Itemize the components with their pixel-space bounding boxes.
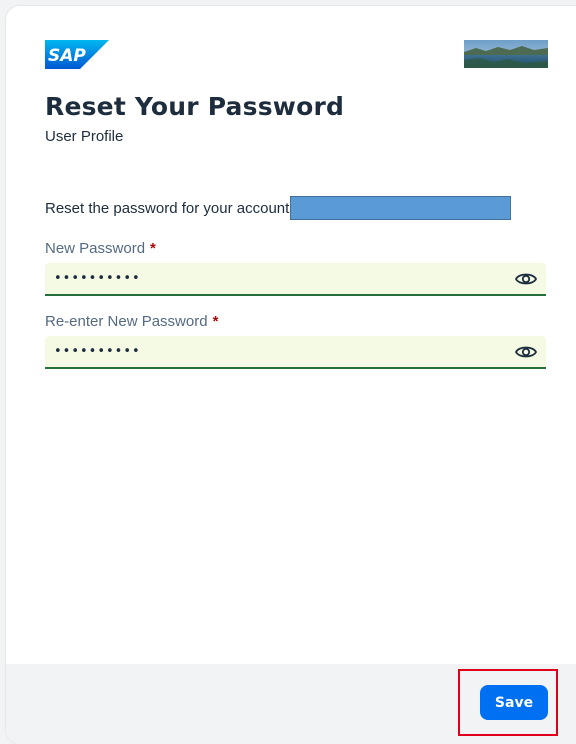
new-password-label-text: New Password [45, 240, 146, 257]
reenter-password-label-text: Re-enter New Password [45, 313, 208, 330]
account-name-redacted [290, 196, 512, 220]
new-password-field[interactable] [45, 263, 546, 296]
show-password-eye-icon[interactable] [514, 342, 538, 362]
account-prompt: Reset the password for your account [45, 199, 290, 217]
form-footer: Save [6, 664, 576, 744]
reenter-password-input[interactable] [45, 336, 514, 367]
new-password-label: New Password * [45, 240, 156, 257]
account-row: Reset the password for your account [45, 195, 512, 221]
sap-logo: SAP [45, 40, 109, 69]
new-password-input[interactable] [45, 263, 514, 294]
page-subtitle: User Profile [45, 128, 124, 145]
required-marker: * [150, 240, 156, 257]
required-marker: * [212, 313, 219, 330]
reset-password-card: SAP Reset Your Password User Profile Res… [6, 6, 576, 744]
show-password-eye-icon[interactable] [514, 269, 538, 289]
header-landscape-image [464, 40, 548, 68]
save-button[interactable]: Save [480, 685, 548, 720]
sap-logo-text: SAP [48, 46, 86, 66]
reenter-password-label: Re-enter New Password * [45, 313, 218, 330]
page-title: Reset Your Password [45, 92, 345, 121]
reenter-password-field[interactable] [45, 336, 546, 369]
